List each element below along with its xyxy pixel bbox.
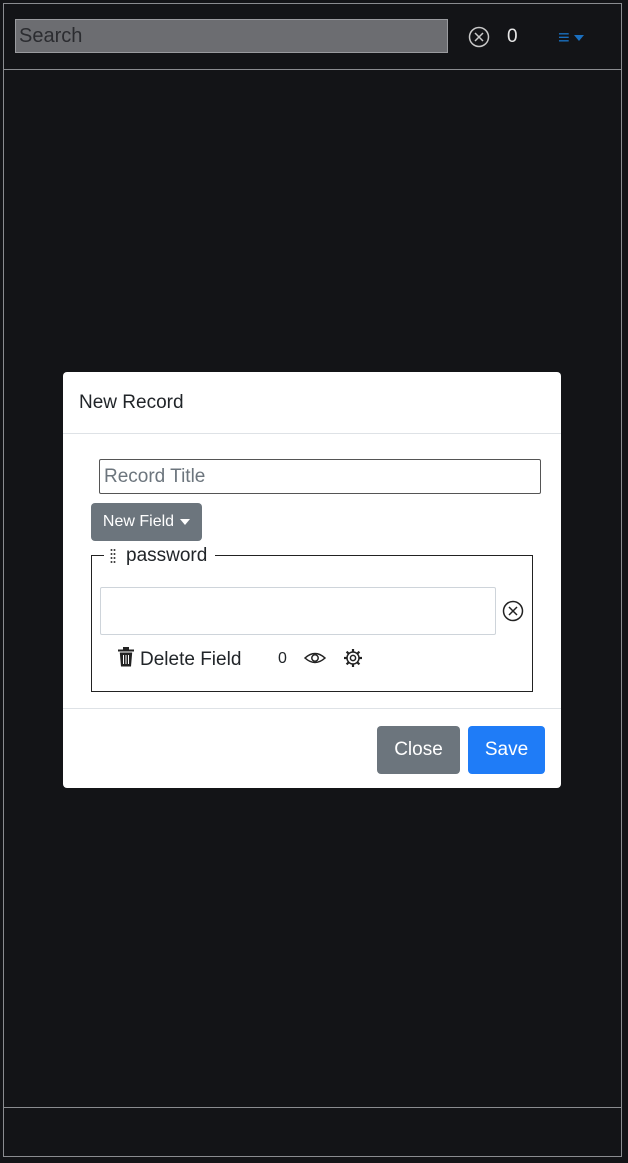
menu-dropdown-button[interactable]: ≡ <box>558 24 598 52</box>
gear-icon[interactable] <box>343 648 363 668</box>
field-legend: password <box>104 544 216 568</box>
chevron-down-icon <box>180 519 191 525</box>
field-label: password <box>126 545 208 566</box>
bottom-bar <box>4 1107 621 1156</box>
top-bar: 0 ≡ <box>4 4 621 70</box>
new-field-label: New Field <box>102 513 175 530</box>
eye-icon[interactable] <box>303 649 327 667</box>
password-field[interactable] <box>100 587 496 635</box>
save-button[interactable]: Save <box>468 726 545 774</box>
chevron-down-icon <box>573 35 584 41</box>
new-record-modal: New Record New Field password <box>63 372 561 788</box>
modal-header: New Record <box>63 372 561 434</box>
new-field-button[interactable]: New Field <box>91 503 202 541</box>
clear-search-icon[interactable] <box>468 26 490 48</box>
trash-icon <box>118 647 134 672</box>
record-title-input[interactable] <box>99 459 541 494</box>
delete-field-button[interactable]: Delete Field <box>118 647 241 672</box>
drag-handle-icon[interactable] <box>110 548 116 564</box>
field-group-password: password Delete Field 0 <box>91 544 533 692</box>
delete-field-label: Delete Field <box>140 648 242 670</box>
clear-field-icon[interactable] <box>502 600 524 622</box>
close-button[interactable]: Close <box>377 726 460 774</box>
field-count: 0 <box>278 650 287 667</box>
result-count: 0 <box>507 26 518 47</box>
hamburger-menu-icon: ≡ <box>558 27 570 49</box>
search-input[interactable] <box>15 19 448 53</box>
modal-footer: Close Save <box>63 708 561 788</box>
modal-title: New Record <box>79 392 184 413</box>
